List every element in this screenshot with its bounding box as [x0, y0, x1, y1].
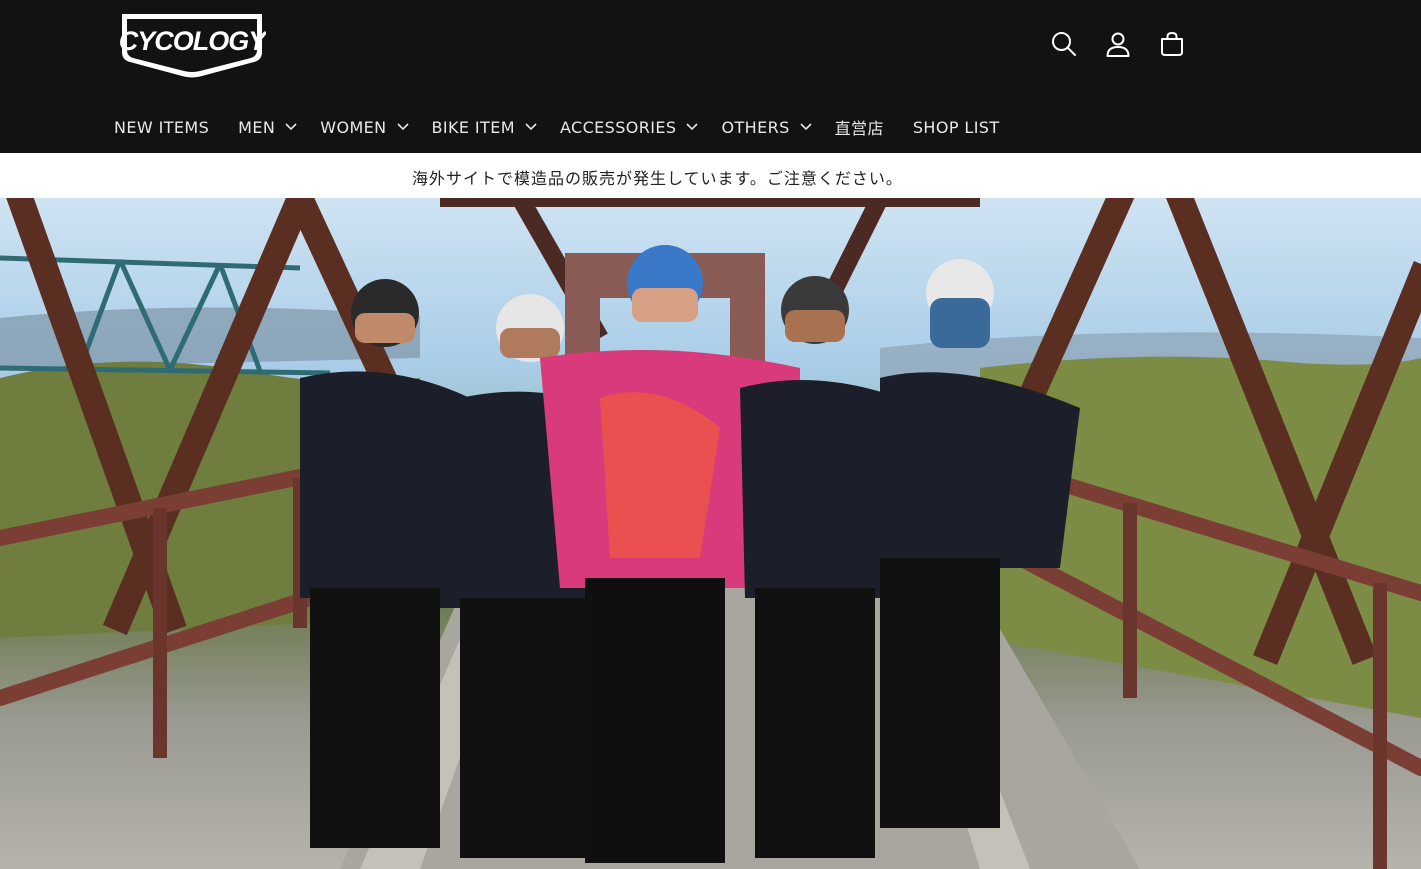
chevron-down-icon — [800, 123, 812, 131]
nav-item-new-items[interactable]: NEW ITEMS — [114, 118, 209, 137]
chevron-down-icon — [396, 123, 409, 131]
cart-icon[interactable] — [1154, 26, 1190, 62]
main-nav: NEW ITEMS MEN WOMEN BIKE ITEM ACCESSORIE… — [114, 112, 1000, 142]
chevron-down-icon — [525, 123, 537, 131]
hero-banner-image[interactable] — [0, 198, 1421, 869]
nav-item-shop-list[interactable]: SHOP LIST — [913, 118, 1000, 137]
chevron-down-icon — [285, 123, 297, 131]
hero-illustration — [0, 198, 1421, 869]
announcement-text: 海外サイトで模造品の販売が発生しています。ご注意ください。 — [412, 169, 903, 188]
nav-item-others[interactable]: OTHERS — [721, 118, 813, 137]
cycology-logo[interactable]: CYCOLOGY — [118, 10, 266, 80]
nav-item-label: OTHERS — [721, 117, 790, 137]
nav-item-label: SHOP LIST — [912, 117, 1000, 137]
nav-item-label: NEW ITEMS — [114, 117, 210, 137]
search-icon[interactable] — [1046, 26, 1082, 62]
nav-item-women[interactable]: WOMEN — [320, 118, 410, 137]
announcement-bar: 海外サイトで模造品の販売が発生しています。ご注意ください。 — [0, 153, 1421, 199]
logo-text: CYCOLOGY — [119, 26, 266, 56]
nav-item-label: MEN — [238, 117, 276, 137]
site-header: CYCOLOGY NEW ITEMS MEN WOMEN BIKE ITEM A… — [0, 0, 1421, 153]
nav-item-direct-store[interactable]: 直営店 — [835, 115, 884, 139]
header-icons — [1046, 26, 1190, 62]
nav-item-accessories[interactable]: ACCESSORIES — [560, 118, 701, 137]
nav-item-label: WOMEN — [320, 117, 387, 137]
nav-item-label: ACCESSORIES — [559, 117, 677, 137]
nav-item-bike-item[interactable]: BIKE ITEM — [432, 118, 539, 137]
chevron-down-icon — [686, 123, 699, 131]
account-icon[interactable] — [1100, 26, 1136, 62]
nav-item-label: BIKE ITEM — [431, 117, 515, 137]
nav-item-men[interactable]: MEN — [238, 118, 299, 137]
nav-item-label: 直営店 — [834, 119, 884, 138]
